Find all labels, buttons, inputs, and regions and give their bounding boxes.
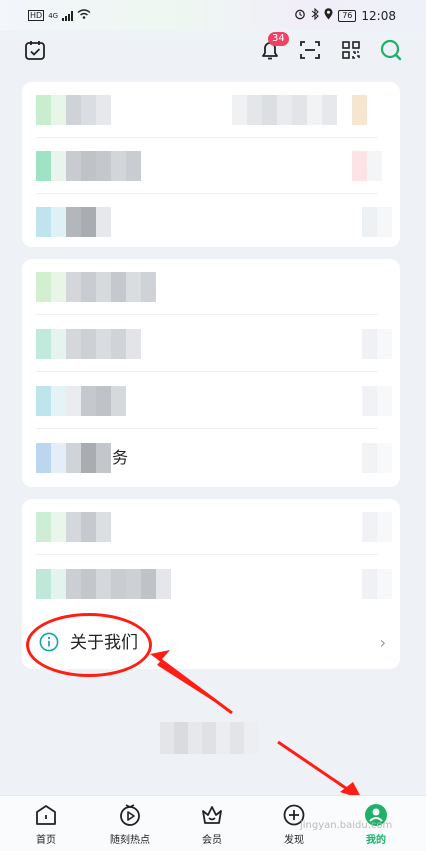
vip-crown-icon	[199, 802, 225, 828]
hot-play-icon	[117, 802, 143, 828]
tab-label: 会员	[202, 835, 222, 846]
home-icon	[33, 802, 59, 828]
tab-label: 我的	[366, 835, 386, 846]
tab-home[interactable]: 首页	[16, 802, 76, 846]
watermark: jingyan.baidu.com	[300, 820, 393, 831]
annotation-arrow-tab	[277, 740, 357, 797]
tab-hot[interactable]: 随刻热点	[98, 802, 162, 846]
pixelated-footer	[160, 722, 258, 754]
tab-vip[interactable]: 会员	[182, 802, 242, 846]
tab-label: 发现	[284, 835, 304, 846]
tab-label: 首页	[36, 835, 56, 846]
tab-label: 随刻热点	[110, 835, 150, 846]
